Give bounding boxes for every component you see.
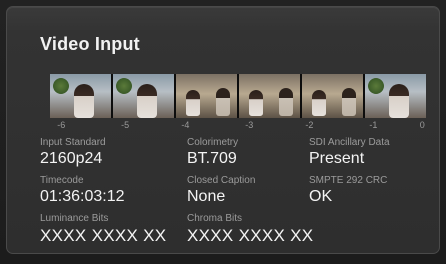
frame-tick-label: -4 bbox=[181, 120, 190, 130]
smpte-crc-value: OK bbox=[309, 188, 333, 205]
frame-tick-label: -1 bbox=[369, 120, 378, 130]
timecode-value: 01:36:03:12 bbox=[40, 188, 125, 205]
frame-offset-scale: -6 -5 -4 -3 -2 -1 0 bbox=[50, 120, 426, 134]
smpte-crc-label: SMPTE 292 CRC bbox=[309, 175, 388, 186]
video-thumbnail bbox=[50, 74, 111, 118]
frame-tick-label: -5 bbox=[121, 120, 130, 130]
luminance-bits-value: XXXX XXXX XX bbox=[40, 226, 167, 245]
chroma-bits-label: Chroma Bits bbox=[187, 213, 243, 224]
frame-tick-label: -2 bbox=[305, 120, 314, 130]
luminance-bits-label: Luminance Bits bbox=[40, 213, 109, 224]
timecode-label: Timecode bbox=[40, 175, 84, 186]
video-thumbnail bbox=[302, 74, 363, 118]
input-standard-value: 2160p24 bbox=[40, 150, 103, 167]
frame-tick-label: -6 bbox=[57, 120, 66, 130]
video-input-panel: Video Input -6 -5 -4 -3 -2 -1 0 Input St… bbox=[6, 6, 440, 254]
frame-tick-label: -3 bbox=[245, 120, 254, 130]
frame-tick-label: 0 bbox=[419, 120, 425, 130]
video-filmstrip bbox=[50, 74, 426, 118]
window-frame: Video Input -6 -5 -4 -3 -2 -1 0 Input St… bbox=[0, 0, 446, 264]
input-standard-label: Input Standard bbox=[40, 137, 106, 148]
colorimetry-value: BT.709 bbox=[187, 150, 237, 167]
chroma-bits-value: XXXX XXXX XX bbox=[187, 226, 314, 245]
colorimetry-label: Colorimetry bbox=[187, 137, 239, 148]
closed-caption-value: None bbox=[187, 188, 226, 205]
closed-caption-label: Closed Caption bbox=[187, 175, 256, 186]
panel-title: Video Input bbox=[40, 34, 140, 54]
video-thumbnail bbox=[365, 74, 426, 118]
video-thumbnail bbox=[239, 74, 300, 118]
sdi-ancillary-label: SDI Ancillary Data bbox=[309, 137, 390, 148]
video-thumbnail bbox=[113, 74, 174, 118]
sdi-ancillary-value: Present bbox=[309, 150, 365, 167]
video-thumbnail bbox=[176, 74, 237, 118]
